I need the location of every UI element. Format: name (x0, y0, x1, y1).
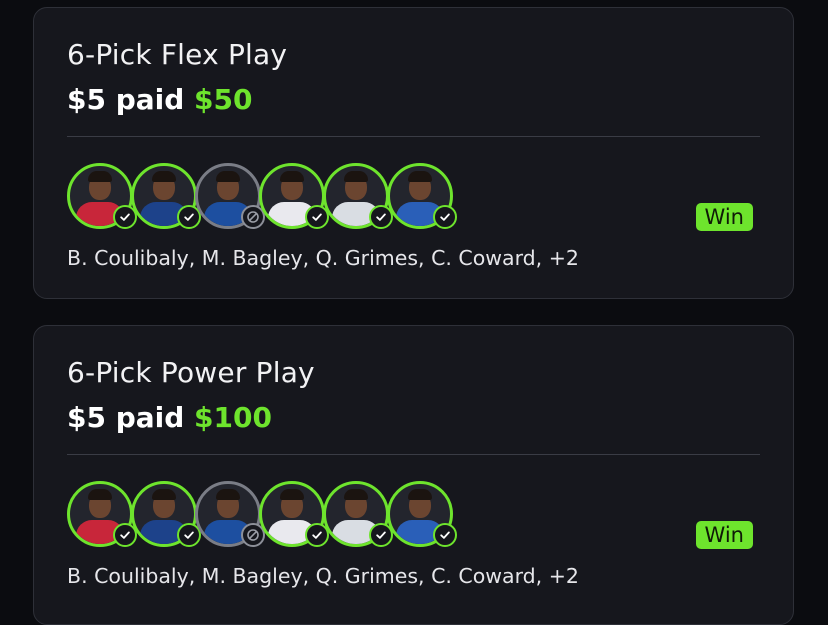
paid-amount: $50 (194, 83, 253, 116)
entry-payout: $5 paid $50 (67, 83, 253, 116)
player-hair (152, 489, 176, 500)
divider (67, 454, 760, 455)
win-badge: Win (695, 203, 753, 231)
entry-card[interactable]: 6-Pick Flex Play $5 paid $50 Win B. Coul… (33, 7, 794, 299)
check-icon (433, 523, 457, 547)
player-hair (216, 171, 240, 182)
player-hair (152, 171, 176, 182)
entry-title: 6-Pick Flex Play (67, 38, 288, 71)
paid-amount: $100 (194, 401, 272, 434)
paid-prefix: $5 paid (67, 83, 185, 116)
entry-payout: $5 paid $100 (67, 401, 272, 434)
player-names: B. Coulibaly, M. Bagley, Q. Grimes, C. C… (67, 246, 579, 270)
player-hair (344, 171, 368, 182)
player-hair (408, 171, 432, 182)
paid-prefix: $5 paid (67, 401, 185, 434)
player-names: B. Coulibaly, M. Bagley, Q. Grimes, C. C… (67, 564, 579, 588)
player-hair (280, 171, 304, 182)
player-hair (344, 489, 368, 500)
divider (67, 136, 760, 137)
entry-title: 6-Pick Power Play (67, 356, 315, 389)
player-hair (408, 489, 432, 500)
player-hair (88, 489, 112, 500)
player-hair (88, 171, 112, 182)
player-hair (216, 489, 240, 500)
entry-card[interactable]: 6-Pick Power Play $5 paid $100 Win B. Co… (33, 325, 794, 625)
player-hair (280, 489, 304, 500)
win-badge: Win (695, 521, 753, 549)
check-icon (433, 205, 457, 229)
